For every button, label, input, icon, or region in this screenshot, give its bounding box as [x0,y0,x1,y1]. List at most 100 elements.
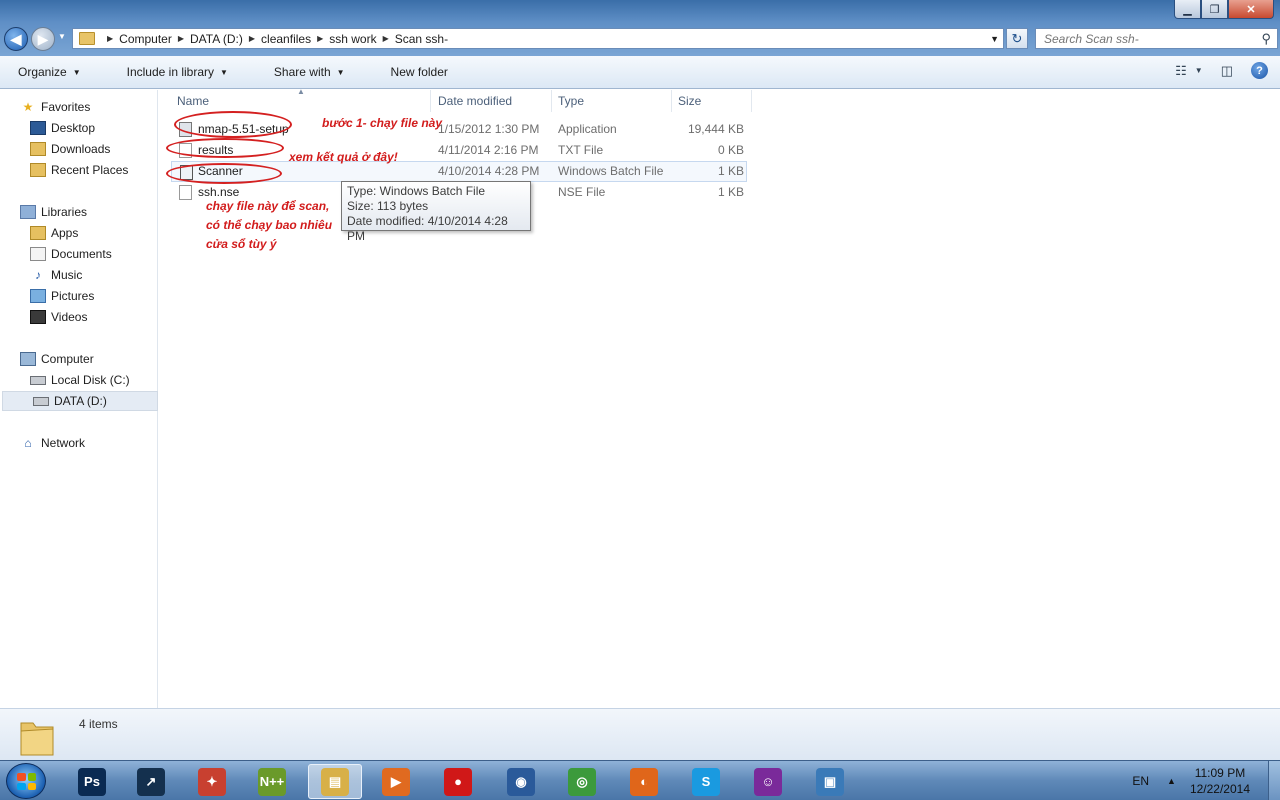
breadcrumb-ssh-work[interactable]: ssh work [329,32,376,46]
column-date-label: Date modified [438,94,513,108]
show-hidden-icons-icon[interactable]: ▲ [1167,776,1176,786]
share-with-button[interactable]: Share with ▼ [266,65,353,79]
nav-apps[interactable]: Apps [30,223,78,243]
file-date: 4/11/2014 2:16 PM [438,143,539,157]
nav-libraries-label: Libraries [41,205,88,219]
nav-computer-label: Computer [41,352,94,366]
taskbar-app-notepadpp[interactable]: N++ [245,764,299,799]
taskbar-app-photos[interactable]: ▣ [803,764,857,799]
column-type[interactable]: Type [552,90,672,112]
view-dropdown-icon[interactable]: ▼ [1195,66,1203,75]
search-box[interactable]: ⚲ [1035,28,1278,49]
maximize-button[interactable]: ❐ [1201,0,1228,19]
address-dropdown-icon[interactable]: ▼ [990,34,999,44]
nav-videos-label: Videos [51,310,88,324]
nav-local-disk-label: Local Disk (C:) [51,373,130,387]
taskbar-app-chrome[interactable]: ◎ [555,764,609,799]
include-label: Include in library [126,65,214,79]
explorer-icon: ▤ [321,767,349,796]
search-input[interactable] [1044,31,1254,46]
annotation-scan-line: cửa sổ tùy ý [206,237,277,251]
nav-recent-label: Recent Places [51,163,129,177]
tooltip-date: Date modified: 4/10/2014 4:28 PM [347,214,508,243]
annotation-scan-line: có thể chạy bao nhiêu [206,218,333,232]
file-size: 1 KB [717,164,744,178]
taskbar-app-skype[interactable]: S [679,764,733,799]
nav-music[interactable]: ♪ Music [30,265,82,285]
tools-icon: ✦ [198,767,226,796]
include-in-library-button[interactable]: Include in library ▼ [119,65,236,79]
nav-downloads[interactable]: Downloads [30,139,110,159]
nav-favorites[interactable]: ★ Favorites [20,97,91,117]
libraries-icon [20,205,36,219]
preview-pane-icon[interactable]: ◫ [1221,63,1233,79]
nav-network[interactable]: ⌂ Network [20,433,85,453]
taskbar-app-record[interactable]: ● [431,764,485,799]
column-date[interactable]: Date modified [432,90,552,112]
column-name-label: Name [177,94,210,108]
taskbar-app-explorer[interactable]: ▤ [308,764,362,799]
new-folder-button[interactable]: New folder [383,65,456,79]
annotation-oval [166,163,282,184]
breadcrumb-data-drive[interactable]: DATA (D:) [190,32,243,46]
recent-places-icon [30,163,46,177]
title-bar: ▁ ❐ ✕ ◀ ▶ ▼ ▶ Computer ▶ DATA (D:) ▶ cle… [0,0,1280,56]
taskbar-app-media[interactable]: ▶ [369,764,423,799]
nav-videos[interactable]: Videos [30,307,87,327]
column-size[interactable]: Size [672,90,752,112]
refresh-button[interactable]: ↻ [1006,28,1028,49]
chevron-right-icon[interactable]: ▶ [383,34,389,43]
file-date: 4/10/2014 4:28 PM [438,164,540,178]
nav-network-label: Network [41,436,86,450]
show-desktop-button[interactable] [1268,761,1280,800]
language-indicator[interactable]: EN [1132,774,1149,788]
taskbar-app-stocks[interactable]: ↗ [124,764,178,799]
breadcrumb-computer[interactable]: Computer [119,32,172,46]
file-type: Windows Batch File [558,164,664,178]
taskbar-app-photoshop[interactable]: Ps [65,764,119,799]
nav-recent-places[interactable]: Recent Places [30,160,128,180]
chevron-right-icon[interactable]: ▶ [249,34,255,43]
nav-downloads-label: Downloads [51,142,111,156]
taskbar-app-tools[interactable]: ✦ [185,764,239,799]
nav-desktop[interactable]: Desktop [30,118,95,138]
back-button[interactable]: ◀ [4,27,28,51]
nav-libraries[interactable]: Libraries [20,202,87,222]
recent-pages-dropdown[interactable]: ▼ [58,32,66,41]
taskbar-app-firefox[interactable]: ◐ [617,764,671,799]
breadcrumb-cleanfiles[interactable]: cleanfiles [261,32,311,46]
view-options-icon[interactable]: ☷ [1175,63,1187,79]
clock[interactable]: 11:09 PM 12/22/2014 [1190,765,1250,797]
search-icon[interactable]: ⚲ [1261,31,1271,47]
drive-icon [33,396,49,406]
skype-icon: S [692,767,720,796]
nav-computer[interactable]: Computer [20,349,94,369]
help-icon[interactable]: ? [1251,62,1268,79]
nav-documents[interactable]: Documents [30,244,112,264]
nav-pictures[interactable]: Pictures [30,286,94,306]
minimize-button[interactable]: ▁ [1174,0,1201,19]
column-size-label: Size [678,94,702,108]
address-bar[interactable]: ▶ Computer ▶ DATA (D:) ▶ cleanfiles ▶ ss… [72,28,1004,49]
chevron-down-icon: ▼ [220,67,228,77]
forward-button[interactable]: ▶ [31,27,55,51]
arrow-left-icon: ◀ [10,30,22,47]
nav-favorites-label: Favorites [41,100,91,114]
close-button[interactable]: ✕ [1228,0,1274,19]
drive-icon [30,375,46,385]
start-button[interactable] [6,763,46,799]
taskbar-app-yahoo[interactable]: ☺ [741,764,795,799]
file-tooltip: Type: Windows Batch File Size: 113 bytes… [341,181,531,243]
nav-local-disk[interactable]: Local Disk (C:) [30,370,130,390]
nav-documents-label: Documents [51,247,112,261]
organize-button[interactable]: Organize ▼ [10,65,89,79]
chevron-down-icon: ▼ [336,67,345,77]
chevron-right-icon[interactable]: ▶ [317,34,323,43]
chevron-down-icon: ▼ [72,67,81,77]
chevron-right-icon[interactable]: ▶ [107,34,113,43]
taskbar-app-player[interactable]: ◉ [494,764,548,799]
breadcrumb-scan-ssh[interactable]: Scan ssh- [395,32,448,46]
firefox-icon: ◐ [630,767,658,796]
nav-data-drive[interactable]: DATA (D:) [2,391,158,411]
chevron-right-icon[interactable]: ▶ [178,34,184,43]
